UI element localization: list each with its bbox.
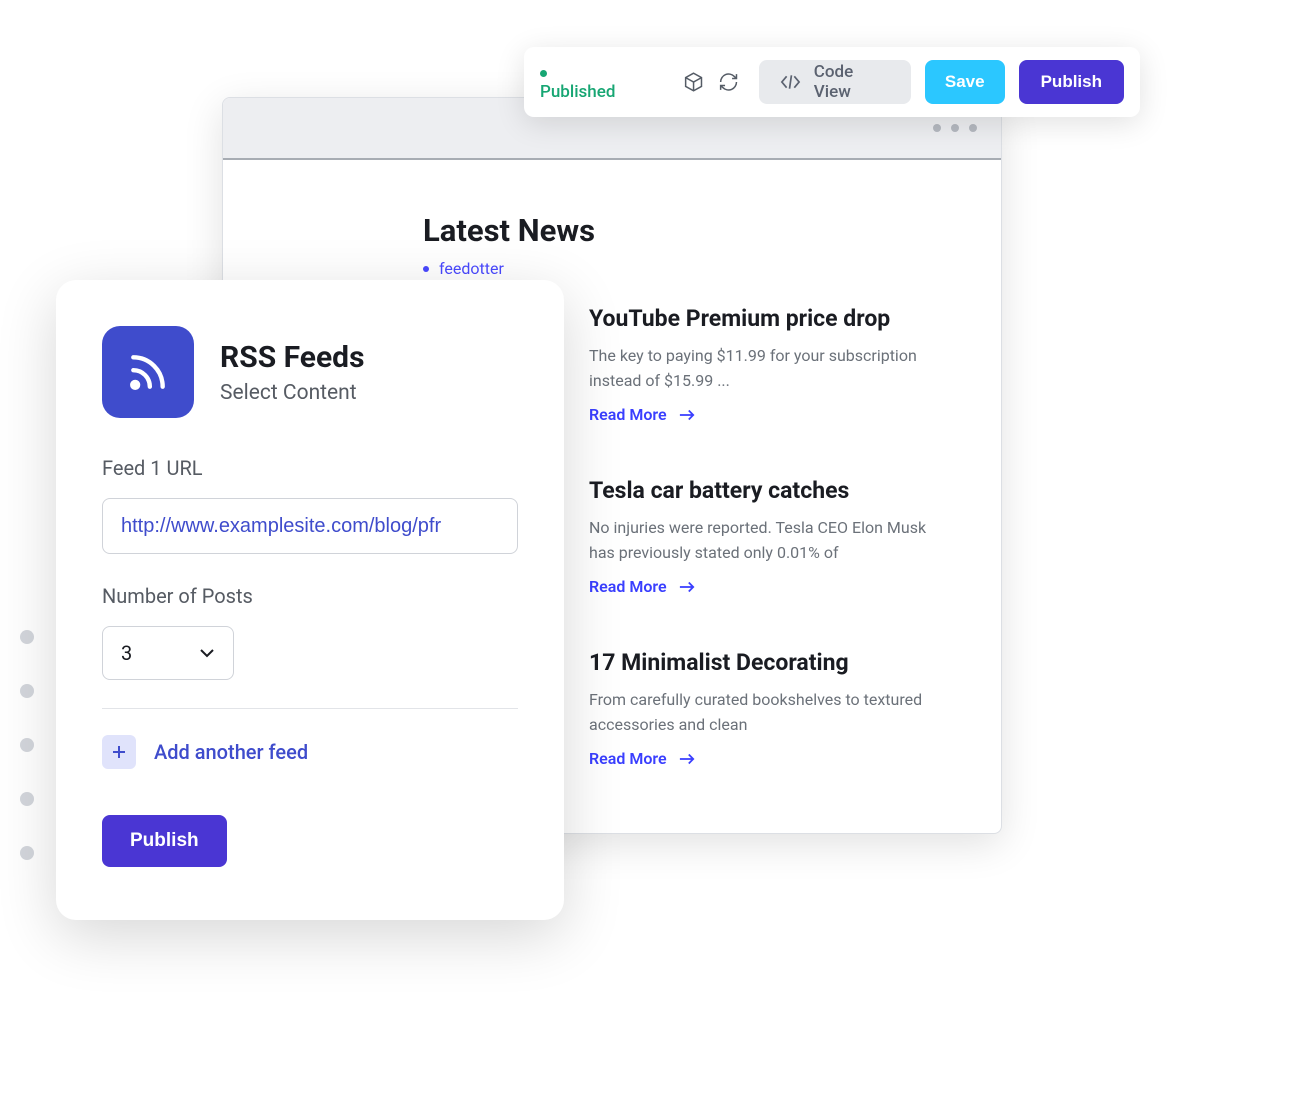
- code-icon: [779, 72, 802, 92]
- posts-count-select[interactable]: 3: [102, 626, 234, 680]
- read-more-label: Read More: [589, 577, 667, 596]
- refresh-icon[interactable]: [718, 71, 739, 93]
- decorative-dots: [20, 630, 34, 860]
- preview-source-row: feedotter: [423, 259, 953, 278]
- window-dot-icon: [951, 124, 959, 132]
- code-view-label: Code View: [814, 62, 891, 102]
- window-dot-icon: [969, 124, 977, 132]
- editor-toolbar: Published Code View Save Publish: [524, 47, 1140, 117]
- read-more-link[interactable]: Read More: [589, 405, 953, 424]
- source-dot-icon: [423, 266, 429, 272]
- publish-button-panel[interactable]: Publish: [102, 815, 227, 867]
- status-label: Published: [540, 82, 615, 102]
- rss-subtitle: Select Content: [220, 381, 364, 405]
- feed-url-label: Feed 1 URL: [102, 456, 518, 480]
- code-view-button[interactable]: Code View: [759, 60, 911, 104]
- publish-button-toolbar[interactable]: Publish: [1019, 60, 1124, 104]
- status-published: Published: [540, 63, 631, 102]
- status-dot-icon: [540, 70, 547, 77]
- window-dot-icon: [933, 124, 941, 132]
- plus-icon: [102, 735, 136, 769]
- rss-panel-header: RSS Feeds Select Content: [102, 326, 518, 418]
- news-excerpt: From carefully curated bookshelves to te…: [589, 688, 953, 738]
- arrow-right-icon: [679, 581, 695, 593]
- read-more-label: Read More: [589, 405, 667, 424]
- news-title: 17 Minimalist Decorating: [589, 648, 953, 678]
- read-more-link[interactable]: Read More: [589, 577, 953, 596]
- rss-icon: [102, 326, 194, 418]
- chevron-down-icon: [199, 648, 215, 658]
- preview-title: Latest News: [423, 212, 953, 249]
- arrow-right-icon: [679, 409, 695, 421]
- feed-url-input[interactable]: [102, 498, 518, 554]
- posts-count-value: 3: [121, 641, 132, 665]
- news-excerpt: No injuries were reported. Tesla CEO Elo…: [589, 516, 953, 566]
- arrow-right-icon: [679, 753, 695, 765]
- divider: [102, 708, 518, 709]
- cube-icon[interactable]: [683, 71, 704, 93]
- add-feed-label: Add another feed: [154, 740, 308, 764]
- news-title: YouTube Premium price drop: [589, 304, 953, 334]
- rss-heading: RSS Feeds: [220, 340, 364, 375]
- save-button[interactable]: Save: [925, 60, 1005, 104]
- rss-feeds-panel: RSS Feeds Select Content Feed 1 URL Numb…: [56, 280, 564, 920]
- read-more-label: Read More: [589, 749, 667, 768]
- posts-count-label: Number of Posts: [102, 584, 518, 608]
- add-another-feed-button[interactable]: Add another feed: [102, 735, 518, 769]
- news-excerpt: The key to paying $11.99 for your subscr…: [589, 344, 953, 394]
- preview-source[interactable]: feedotter: [439, 259, 504, 278]
- news-title: Tesla car battery catches: [589, 476, 953, 506]
- read-more-link[interactable]: Read More: [589, 749, 953, 768]
